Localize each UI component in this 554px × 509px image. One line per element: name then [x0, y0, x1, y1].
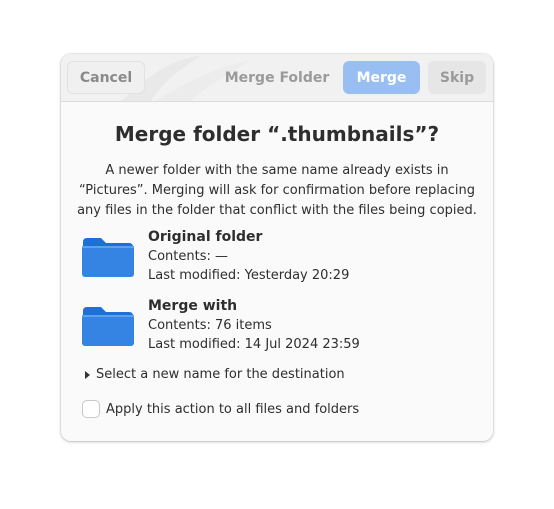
dialog-body-text: A newer folder with the same name alread… [77, 163, 477, 218]
original-folder-title: Original folder [148, 229, 263, 245]
merge-with-modified: Last modified: 14 Jul 2024 23:59 [148, 337, 360, 352]
header-bar: Cancel Merge Folder Merge Skip [61, 54, 493, 102]
merge-with-title: Merge with [148, 298, 238, 314]
merge-with-info: Merge with Contents: 76 items Last modif… [148, 297, 360, 354]
original-folder-info: Original folder Contents: — Last modifie… [148, 228, 349, 285]
rename-expander[interactable]: Select a new name for the destination [85, 367, 345, 382]
apply-to-all-row[interactable]: Apply this action to all files and folde… [82, 400, 359, 418]
skip-button[interactable]: Skip [428, 61, 486, 94]
original-folder-modified: Last modified: Yesterday 20:29 [148, 268, 350, 283]
folder-icon [82, 238, 134, 277]
folder-icon [82, 307, 134, 346]
merge-folder-dialog: Cancel Merge Folder Merge Skip Merge fol… [61, 54, 493, 441]
apply-to-all-checkbox[interactable] [82, 400, 100, 418]
merge-with-contents: Contents: 76 items [148, 318, 272, 333]
apply-to-all-label: Apply this action to all files and folde… [106, 401, 360, 417]
dialog-title: Merge Folder [224, 69, 330, 86]
rename-expander-label: Select a new name for the destination [96, 367, 345, 382]
cancel-button[interactable]: Cancel [67, 61, 145, 94]
dialog-heading: Merge folder “.thumbnails”? [114, 122, 440, 146]
merge-button[interactable]: Merge [343, 61, 420, 94]
pan-end-icon [85, 370, 90, 379]
original-folder-contents: Contents: — [148, 249, 228, 264]
